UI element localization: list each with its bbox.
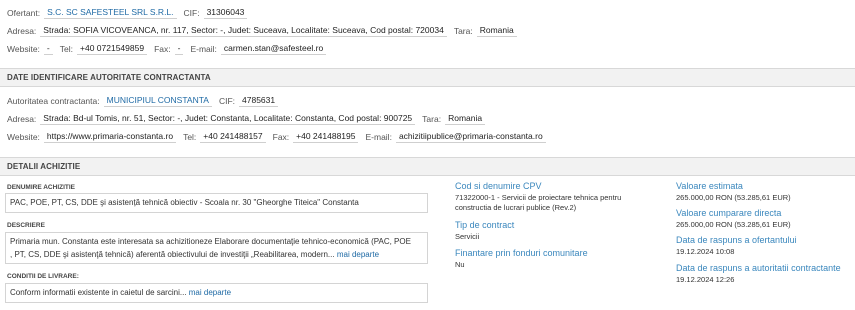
denumire-label: DENUMIRE ACHIZITIE: [7, 184, 76, 191]
ofertant-tara-value: Romania: [476, 25, 517, 37]
descriere-label: DESCRIERE: [7, 222, 45, 229]
ofertant-fax-label: Fax:: [154, 44, 171, 54]
ofertant-cif-value: 31306043: [203, 7, 248, 19]
denumire-field: PAC, POE, PT, CS, DDE şi asistență tehni…: [5, 193, 428, 213]
conditii-field: Conform informatii existente in caietul …: [5, 283, 428, 303]
ofertant-cif-label: CIF:: [183, 8, 200, 18]
autoritate-row: Autoritatea contractanta: MUNICIPIUL CON…: [7, 95, 285, 107]
autoritate-email-label: E-mail:: [365, 132, 392, 142]
autoritate-cif-label: CIF:: [218, 96, 236, 106]
ofertant-contact-row: Website: - Tel: +40 0721549859 Fax: - E-…: [7, 43, 333, 55]
autoritate-adresa-value: Strada: Bd-ul Tomis, nr. 51, Sector: -, …: [40, 113, 416, 125]
descriere-more-link[interactable]: mai departe: [337, 250, 379, 259]
descriere-line-2-text: , PT, CS, DDE şi asistenţă tehnică) afer…: [10, 249, 335, 259]
raspuns-autoritate-title: Data de raspuns a autoritatii contractan…: [676, 263, 841, 273]
descriere-line-2: , PT, CS, DDE şi asistenţă tehnică) afer…: [10, 249, 423, 262]
descriere-field: Primaria mun. Constanta este interesata …: [5, 232, 428, 264]
descriere-line-1: Primaria mun. Constanta este interesata …: [10, 237, 411, 246]
tip-contract-value: Servicii: [455, 232, 480, 241]
ofertant-adresa-label: Adresa:: [7, 26, 37, 36]
valoare-estimata-value: 265.000,00 RON (53.285,61 EUR): [676, 193, 791, 202]
ofertant-row: Ofertant: S.C. SC SAFESTEEL SRL S.R.L. C…: [7, 7, 254, 19]
raspuns-autoritate-value: 19.12.2024 12:26: [676, 275, 735, 284]
section-title-detalii: DETALII ACHIZITIE: [7, 162, 81, 171]
autoritate-tara-label: Tara:: [422, 114, 442, 124]
ofertant-email-value: carmen.stan@safesteel.ro: [220, 43, 327, 55]
ofertant-email-label: E-mail:: [190, 44, 217, 54]
ofertant-tel-value: +40 0721549859: [77, 43, 148, 55]
autoritate-website-label: Website:: [7, 132, 40, 142]
cpv-line-2: constructia de lucrari publice (Rev.2): [455, 203, 577, 212]
conditii-text: Conform informatii existente in caietul …: [10, 288, 187, 297]
autoritate-name-link[interactable]: MUNICIPIUL CONSTANTA: [103, 95, 212, 107]
autoritate-website-value: https://www.primaria-constanta.ro: [43, 131, 177, 143]
cpv-title: Cod si denumire CPV: [455, 181, 542, 191]
ofertant-name-link[interactable]: S.C. SC SAFESTEEL SRL S.R.L.: [44, 7, 177, 19]
cpv-line-1: 71322000-1 - Servicii de proiectare tehn…: [455, 193, 622, 202]
valoare-estimata-title: Valoare estimata: [676, 181, 743, 191]
autoritate-email-value: achizitiipublice@primaria-constanta.ro: [395, 131, 546, 143]
ofertant-address-row: Adresa: Strada: SOFIA VICOVEANCA, nr. 11…: [7, 25, 524, 37]
valoare-cumparare-value: 265.000,00 RON (53.285,61 EUR): [676, 220, 791, 229]
autoritate-tel-label: Tel:: [183, 132, 197, 142]
conditii-label: CONDITII DE LIVRARE:: [7, 273, 79, 280]
raspuns-ofertant-value: 19.12.2024 10:08: [676, 247, 735, 256]
autoritate-fax-label: Fax:: [272, 132, 290, 142]
fonduri-value: Nu: [455, 260, 465, 269]
autoritate-tara-value: Romania: [445, 113, 486, 125]
section-header-detalii: DETALII ACHIZITIE: [0, 157, 855, 176]
autoritate-address-row: Adresa: Strada: Bd-ul Tomis, nr. 51, Sec…: [7, 113, 492, 125]
ofertant-adresa-value: Strada: SOFIA VICOVEANCA, nr. 117, Secto…: [40, 25, 447, 37]
autoritate-cif-value: 4785631: [239, 95, 279, 107]
raspuns-ofertant-title: Data de raspuns a ofertantului: [676, 235, 797, 245]
section-header-autoritate: DATE IDENTIFICARE AUTORITATE CONTRACTANT…: [0, 68, 855, 87]
valoare-cumparare-title: Valoare cumparare directa: [676, 208, 782, 218]
ofertant-fax-value: -: [174, 43, 184, 55]
autoritate-tel-value: +40 241488157: [200, 131, 266, 143]
autoritate-contact-row: Website: https://www.primaria-constanta.…: [7, 131, 553, 143]
ofertant-website-label: Website:: [7, 44, 40, 54]
autoritate-fax-value: +40 241488195: [293, 131, 359, 143]
section-title-autoritate: DATE IDENTIFICARE AUTORITATE CONTRACTANT…: [7, 73, 211, 82]
autoritate-adresa-label: Adresa:: [7, 114, 37, 124]
ofertant-website-value: -: [43, 43, 53, 55]
fonduri-title: Finantare prin fonduri comunitare: [455, 248, 588, 258]
cpv-value: 71322000-1 - Servicii de proiectare tehn…: [455, 193, 621, 213]
conditii-more-link[interactable]: mai departe: [189, 288, 231, 297]
tip-contract-title: Tip de contract: [455, 220, 515, 230]
ofertant-tara-label: Tara:: [453, 26, 473, 36]
ofertant-tel-label: Tel:: [59, 44, 73, 54]
autoritate-label: Autoritatea contractanta:: [7, 96, 100, 106]
ofertant-label: Ofertant:: [7, 8, 41, 18]
